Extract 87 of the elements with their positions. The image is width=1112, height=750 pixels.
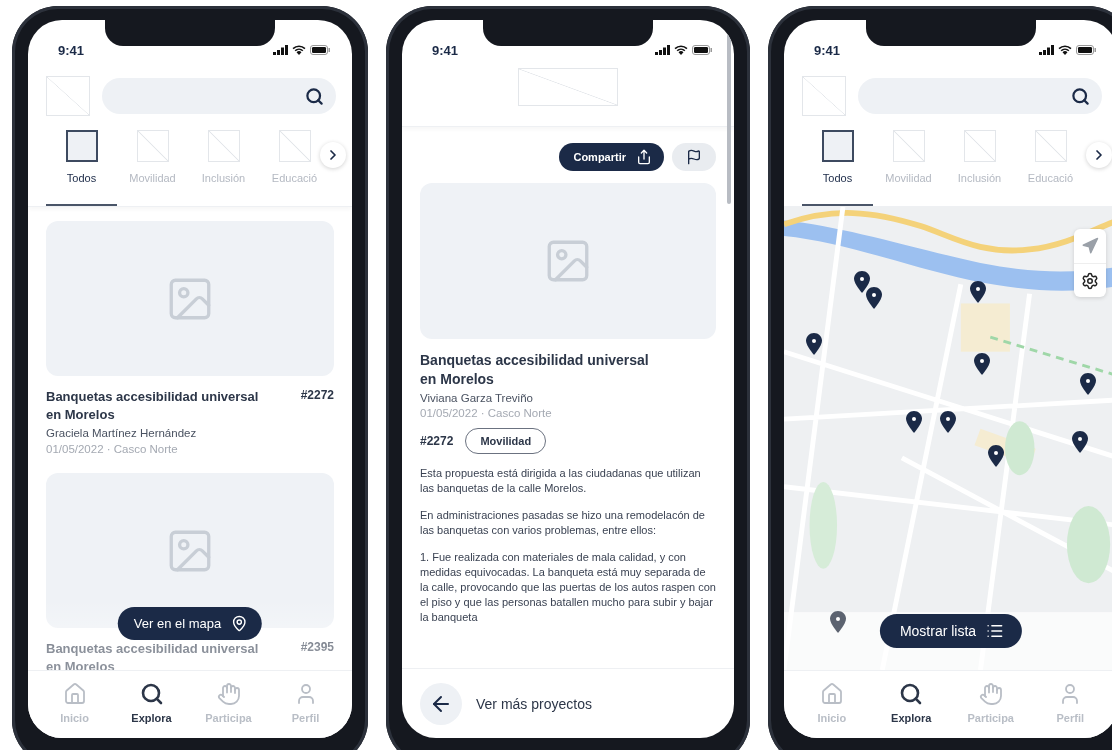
nav-item[interactable]: Participa bbox=[196, 681, 261, 724]
status-time: 9:41 bbox=[432, 42, 459, 58]
map-marker-icon[interactable] bbox=[988, 445, 1004, 467]
map-marker-icon[interactable] bbox=[806, 333, 822, 355]
next-button[interactable] bbox=[320, 142, 346, 168]
map-marker-icon[interactable] bbox=[830, 611, 846, 633]
author-name: Graciela Martínez Hernández bbox=[46, 427, 198, 440]
share-button[interactable]: Compartir bbox=[559, 143, 664, 171]
map-marker-icon[interactable] bbox=[906, 411, 922, 433]
status-time: 9:41 bbox=[58, 42, 85, 58]
category-tab[interactable]: Inclusión bbox=[188, 130, 259, 206]
map-pin-icon bbox=[231, 615, 249, 632]
back-button[interactable] bbox=[420, 682, 462, 725]
map-marker-icon[interactable] bbox=[974, 353, 990, 375]
author-name: Viviana Garza Treviño bbox=[420, 391, 534, 404]
report-button[interactable] bbox=[672, 143, 716, 171]
project-number: #2395 bbox=[300, 640, 334, 655]
map-marker-icon[interactable] bbox=[1072, 431, 1088, 453]
category-tab[interactable]: Educació bbox=[259, 130, 330, 206]
home-icon bbox=[819, 681, 844, 706]
back-link[interactable]: Ver más proyectos bbox=[476, 695, 592, 712]
project-title: Banquetas accesibilidad universal en Morelos bbox=[420, 351, 650, 389]
map-marker-icon[interactable] bbox=[854, 271, 870, 293]
category-tab[interactable]: Todos bbox=[802, 130, 873, 206]
search-icon bbox=[139, 681, 164, 706]
project-title[interactable]: Banquetas accesibilidad universal en Morelos bbox=[46, 388, 261, 424]
nav-item[interactable]: Perfil bbox=[273, 681, 338, 724]
date-location: 01/05/2022 · Casco Norte bbox=[46, 443, 179, 456]
flag-icon bbox=[686, 149, 702, 165]
category-icon bbox=[821, 130, 854, 162]
nav-item[interactable]: Explora bbox=[119, 681, 184, 724]
share-icon bbox=[636, 149, 652, 165]
map-view-button[interactable]: Ver en el mapa bbox=[117, 607, 263, 640]
category-tab[interactable]: Educació bbox=[1015, 130, 1086, 206]
category-icon bbox=[963, 130, 996, 162]
nav-item[interactable]: Inicio bbox=[42, 681, 107, 724]
hand-icon bbox=[216, 681, 241, 706]
category-icon bbox=[65, 130, 98, 162]
logo-placeholder bbox=[802, 76, 846, 116]
signal-icon bbox=[655, 45, 670, 55]
category-tab[interactable]: Movilidad bbox=[117, 130, 188, 206]
search-icon bbox=[899, 681, 924, 706]
project-number: #2272 bbox=[300, 388, 334, 402]
project-number: #2272 bbox=[420, 433, 454, 448]
battery-icon bbox=[310, 45, 330, 55]
category-icon bbox=[207, 130, 240, 162]
signal-icon bbox=[273, 45, 288, 55]
map-marker-icon[interactable] bbox=[866, 287, 882, 309]
search-icon bbox=[1071, 86, 1090, 106]
category-tab[interactable]: Todos bbox=[46, 130, 117, 206]
list-icon bbox=[986, 622, 1005, 640]
date-location: 01/05/2022 · Casco Norte bbox=[420, 406, 553, 419]
map-marker-icon[interactable] bbox=[940, 411, 956, 433]
hand-icon bbox=[978, 681, 1003, 706]
list-view-button[interactable]: Mostrar lista bbox=[879, 614, 1023, 648]
category-tab[interactable]: Movilidad bbox=[873, 130, 944, 206]
nav-item[interactable]: Participa bbox=[958, 681, 1023, 724]
description-paragraph: En administraciones pasadas se hizo una remodelacón de las banquetas con varios problemas, entre ellos: bbox=[420, 507, 706, 538]
search-icon bbox=[305, 86, 324, 106]
category-icon bbox=[892, 130, 925, 162]
wifi-icon bbox=[674, 45, 688, 55]
category-icon bbox=[278, 130, 311, 162]
search-field[interactable] bbox=[102, 78, 336, 114]
description-paragraph: 1. Fue realizada con materiales de mala calidad, y con medidas equivocadas. La banqueta está muy separada de la calle, provocando que las puertas de los autos raspen con el piso y que las personas batallen mucho para subir y bajar la banqueta bbox=[420, 549, 716, 625]
scrollbar[interactable] bbox=[727, 34, 731, 204]
nav-item[interactable]: Perfil bbox=[1038, 681, 1103, 724]
nav-item[interactable]: Inicio bbox=[799, 681, 864, 724]
wifi-icon bbox=[1058, 45, 1072, 55]
logo-placeholder bbox=[46, 76, 90, 116]
category-icon bbox=[1034, 130, 1067, 162]
map-marker-icon[interactable] bbox=[970, 281, 986, 303]
project-title[interactable]: Banquetas accesibilidad universal en Morelos bbox=[46, 640, 261, 670]
search-field[interactable] bbox=[858, 78, 1102, 114]
battery-icon bbox=[692, 45, 712, 55]
nav-item[interactable]: Explora bbox=[879, 681, 944, 724]
home-icon bbox=[62, 681, 87, 706]
navigation-arrow-icon bbox=[1081, 237, 1099, 255]
signal-icon bbox=[1039, 45, 1054, 55]
map-marker-icon[interactable] bbox=[1080, 373, 1096, 395]
battery-icon bbox=[1076, 45, 1096, 55]
settings-icon bbox=[1081, 271, 1099, 290]
status-time: 9:41 bbox=[814, 42, 841, 58]
wifi-icon bbox=[292, 45, 306, 55]
category-tab[interactable]: Inclusión bbox=[944, 130, 1015, 206]
description-paragraph: Esta propuesta está dirigida a las ciudadanas que utilizan las banquetas de la calle Morelos. bbox=[420, 465, 702, 496]
category-icon bbox=[136, 130, 169, 162]
next-button[interactable] bbox=[1086, 142, 1112, 168]
